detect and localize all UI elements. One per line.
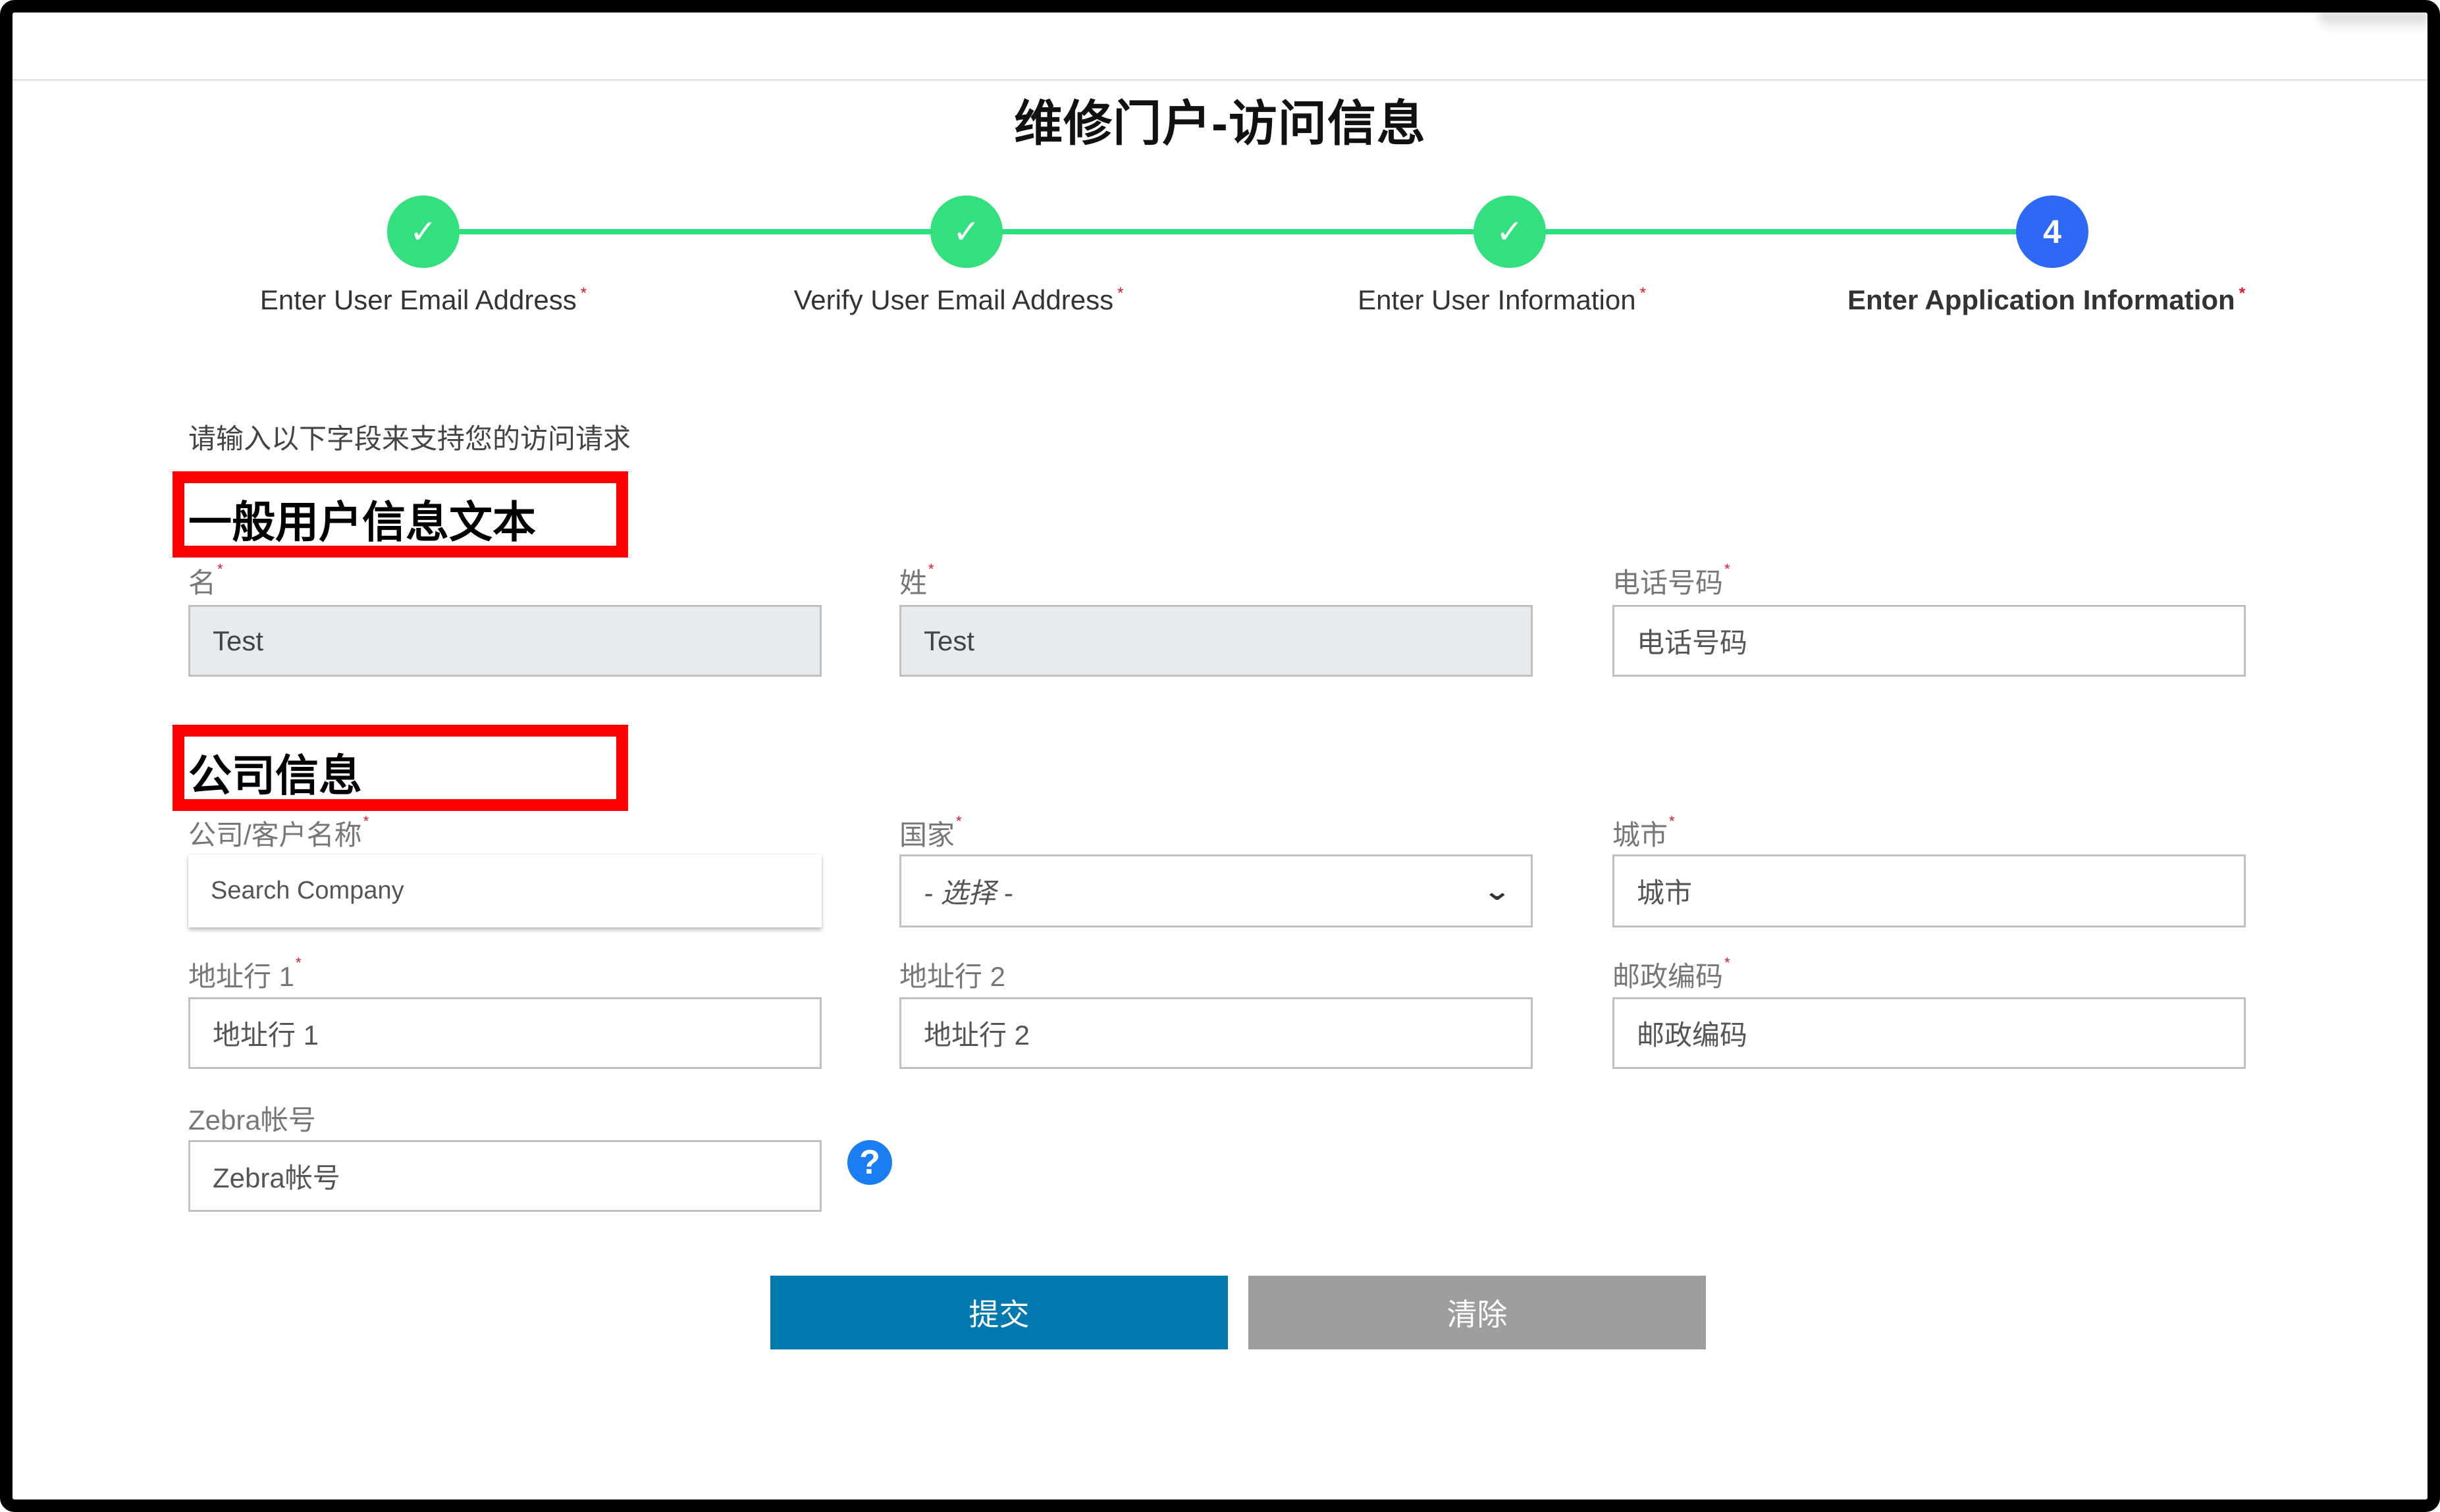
intro-text: 请输入以下字段来支持您的访问请求	[188, 423, 631, 454]
check-icon: ✓	[1496, 213, 1524, 250]
address1-label: 地址行 1*	[188, 954, 302, 995]
required-asterisk: *	[928, 561, 934, 577]
zebra-account-field[interactable]: Zebra帐号	[188, 1140, 822, 1212]
required-asterisk: *	[1724, 954, 1730, 971]
label-text: 名	[188, 567, 217, 598]
section-title-company: 公司信息	[188, 751, 362, 800]
phone-label: 电话号码*	[1612, 561, 1730, 601]
submit-button[interactable]: 提交	[770, 1276, 1228, 1349]
question-mark-glyph: ?	[859, 1143, 880, 1182]
address1-field[interactable]: 地址行 1	[188, 997, 822, 1069]
postal-code-field[interactable]: 邮政编码	[1612, 997, 2246, 1069]
step-2-label: Verify User Email Address *	[695, 284, 1222, 316]
label-text: Zebra帐号	[188, 1105, 316, 1135]
required-asterisk: *	[363, 813, 369, 829]
phone-field[interactable]: 电话号码	[1612, 605, 2246, 677]
required-asterisk: *	[580, 284, 587, 302]
label-text: 公司/客户名称	[188, 820, 362, 850]
city-field[interactable]: 城市	[1612, 854, 2246, 927]
check-icon: ✓	[410, 213, 437, 250]
step-1-label: Enter User Email Address *	[160, 284, 687, 316]
company-name-label: 公司/客户名称*	[188, 813, 369, 853]
address1-placeholder: 地址行 1	[213, 1020, 319, 1051]
country-label: 国家*	[899, 813, 962, 853]
first-name-field[interactable]: Test	[188, 605, 822, 677]
required-asterisk: *	[2239, 284, 2246, 302]
company-search-input[interactable]: Search Company	[188, 854, 822, 927]
help-icon[interactable]: ?	[847, 1140, 892, 1185]
check-icon: ✓	[953, 213, 980, 250]
chevron-down-icon: ⌄	[1483, 876, 1512, 906]
label-text: 邮政编码	[1612, 961, 1724, 992]
company-search-placeholder: Search Company	[211, 877, 404, 904]
country-select[interactable]: - 选择 - ⌄	[899, 854, 1533, 927]
clear-button[interactable]: 清除	[1248, 1276, 1706, 1349]
header-divider	[13, 79, 2427, 81]
step-label-text: Enter User Information	[1358, 284, 1636, 315]
label-text: 城市	[1612, 820, 1668, 850]
step-label-text: Enter User Email Address	[259, 284, 577, 315]
country-selected-value: - 选择 -	[924, 877, 1013, 908]
last-name-field[interactable]: Test	[899, 605, 1533, 677]
first-name-value: Test	[213, 625, 264, 656]
address2-placeholder: 地址行 2	[924, 1020, 1030, 1051]
postal-code-placeholder: 邮政编码	[1637, 1020, 1748, 1051]
label-text: 姓	[899, 567, 928, 598]
required-asterisk: *	[296, 954, 302, 971]
required-asterisk: *	[1669, 813, 1675, 829]
city-label: 城市*	[1612, 813, 1675, 853]
city-placeholder: 城市	[1637, 877, 1693, 908]
phone-placeholder: 电话号码	[1637, 627, 1748, 658]
step-1-complete-icon[interactable]: ✓	[387, 196, 460, 268]
label-text: 国家	[899, 820, 955, 850]
page-title: 维修门户-访问信息	[1014, 96, 1426, 151]
label-text: 电话号码	[1612, 567, 1724, 598]
address2-label: 地址行 2	[899, 954, 1005, 995]
window-corner-shadow	[2318, 12, 2429, 32]
step-2-complete-icon[interactable]: ✓	[930, 196, 1003, 268]
required-asterisk: *	[1639, 284, 1646, 302]
zebra-account-placeholder: Zebra帐号	[213, 1162, 340, 1193]
step-4-label: Enter Application Information *	[1783, 284, 2310, 316]
step-label-text: Verify User Email Address	[793, 284, 1114, 315]
required-asterisk: *	[956, 813, 962, 829]
required-asterisk: *	[1117, 284, 1124, 302]
section-title-general: 一般用户信息文本	[188, 498, 536, 546]
required-asterisk: *	[217, 561, 223, 577]
postal-code-label: 邮政编码*	[1612, 954, 1730, 995]
zebra-account-label: Zebra帐号	[188, 1098, 316, 1138]
address2-field[interactable]: 地址行 2	[899, 997, 1533, 1069]
step-3-label: Enter User Information *	[1238, 284, 1765, 316]
step-3-complete-icon[interactable]: ✓	[1473, 196, 1546, 268]
step-label-text: Enter Application Information	[1847, 284, 2235, 315]
stepper-connector-line	[423, 229, 2052, 234]
label-text: 地址行 2	[899, 961, 1006, 992]
label-text: 地址行 1	[188, 961, 295, 992]
step-number: 4	[2043, 213, 2061, 250]
step-4-current-marker: 4	[2016, 196, 2088, 268]
last-name-label: 姓*	[899, 561, 934, 601]
last-name-value: Test	[924, 625, 975, 656]
required-asterisk: *	[1724, 561, 1730, 577]
first-name-label: 名*	[188, 561, 223, 601]
